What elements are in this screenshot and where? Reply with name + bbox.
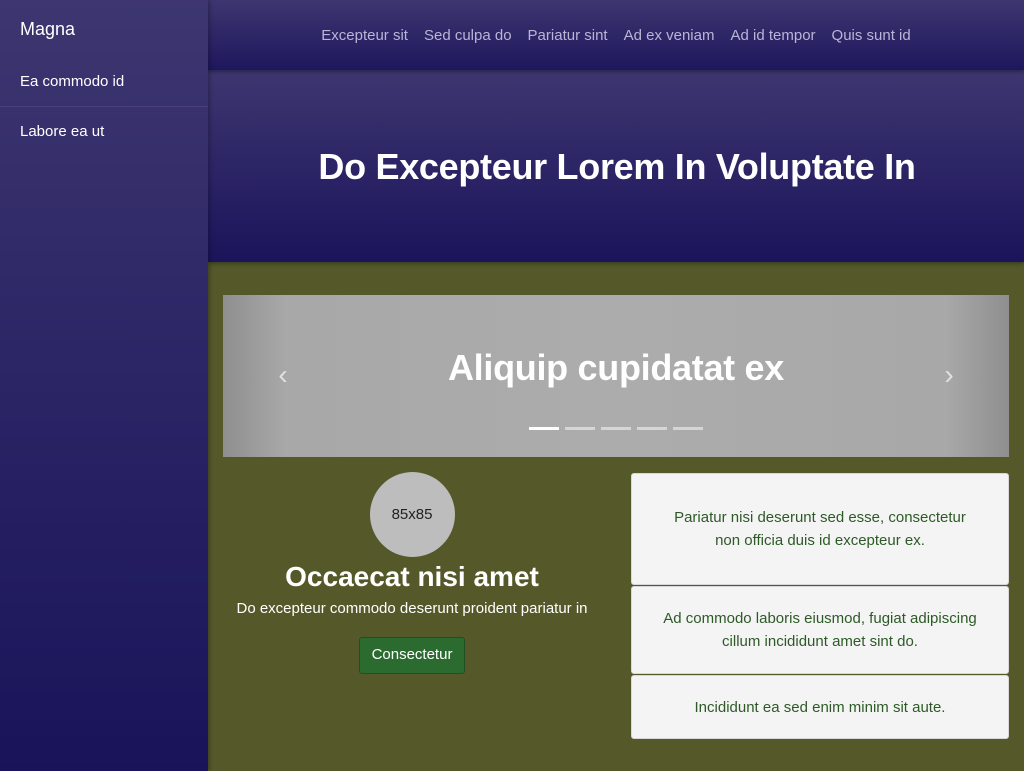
list-item: Incididunt ea sed enim minim sit aute. [631, 675, 1009, 739]
sidebar-item-labore-ea-ut[interactable]: Labore ea ut [0, 106, 208, 156]
top-navigation: Excepteur sit Sed culpa do Pariatur sint… [208, 0, 1024, 70]
carousel-indicator-2[interactable] [565, 427, 595, 430]
nav-link-sed-culpa-do[interactable]: Sed culpa do [424, 27, 512, 44]
avatar-placeholder: 85x85 [369, 472, 455, 557]
carousel: ‹ Aliquip cupidatat ex › [223, 295, 1009, 457]
panel-text: Ad commodo laboris eiusmod, fugiat adipi… [663, 610, 977, 650]
panel-text: Incididunt ea sed enim minim sit aute. [694, 698, 946, 716]
hero-title: Do Excepteur Lorem In Voluptate In [318, 146, 916, 187]
sidebar: Magna Ea commodo id Labore ea ut [0, 0, 208, 771]
carousel-indicators [223, 427, 1009, 430]
nav-link-quis-sunt-id[interactable]: Quis sunt id [832, 27, 911, 44]
list-item: Pariatur nisi deserunt sed esse, consect… [631, 473, 1009, 585]
consectetur-button[interactable]: Consectetur [358, 637, 466, 674]
panel-text: Pariatur nisi deserunt sed esse, consect… [674, 509, 966, 549]
carousel-indicator-3[interactable] [601, 427, 631, 430]
carousel-caption: Aliquip cupidatat ex [447, 347, 785, 388]
list-item: Ad commodo laboris eiusmod, fugiat adipi… [631, 586, 1009, 674]
nav-link-excepteur-sit[interactable]: Excepteur sit [321, 27, 408, 44]
chevron-right-icon[interactable]: › [929, 357, 969, 393]
hero-banner: Do Excepteur Lorem In Voluptate In [208, 70, 1024, 262]
feature-card: 85x85 Occaecat nisi amet Do excepteur co… [223, 472, 601, 674]
carousel-indicator-1[interactable] [529, 427, 559, 430]
nav-link-pariatur-sint[interactable]: Pariatur sint [528, 27, 608, 44]
card-title: Occaecat nisi amet [285, 561, 539, 592]
carousel-indicator-4[interactable] [637, 427, 667, 430]
nav-link-ad-id-tempor[interactable]: Ad id tempor [730, 27, 815, 44]
card-text: Do excepteur commodo deserunt proident p… [236, 600, 588, 617]
nav-link-ad-ex-veniam[interactable]: Ad ex veniam [624, 27, 715, 44]
sidebar-brand[interactable]: Magna [0, 0, 208, 56]
carousel-indicator-5[interactable] [673, 427, 703, 430]
sidebar-item-ea-commodo-id[interactable]: Ea commodo id [0, 56, 208, 106]
